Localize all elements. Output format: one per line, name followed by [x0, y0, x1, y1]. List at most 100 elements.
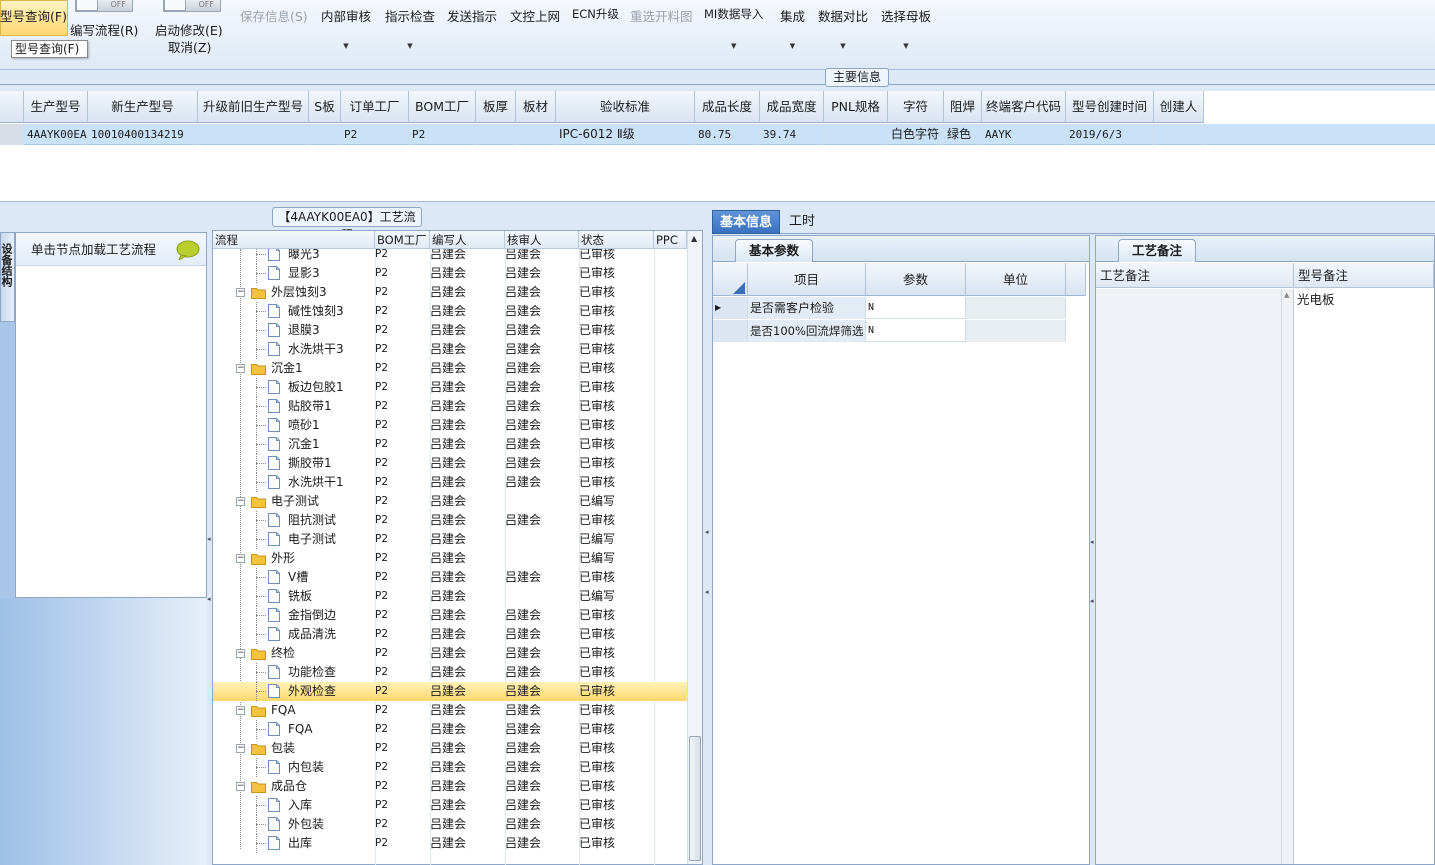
save-info-button[interactable]: 保存信息(S) — [240, 6, 308, 25]
tree-row[interactable]: 碱性蚀刻3 P2 吕建会 吕建会 已审核 — [213, 302, 687, 321]
main-col-header[interactable]: 型号创建时间 — [1066, 91, 1154, 123]
main-cell[interactable]: 39.74 — [760, 124, 824, 145]
main-cell[interactable] — [309, 124, 341, 145]
model-remark-text[interactable]: 光电板 — [1297, 289, 1335, 308]
reselect-cutting-button[interactable]: 重选开料图 — [630, 6, 693, 25]
main-cell[interactable]: P2 — [409, 124, 476, 145]
collapse-icon[interactable]: − — [236, 706, 245, 715]
chat-bubble-icon[interactable] — [176, 240, 200, 260]
ecn-upgrade-button[interactable]: ECN升级 — [572, 6, 619, 22]
tree-row[interactable]: 入库 P2 吕建会 吕建会 已审核 — [213, 796, 687, 815]
tree-row[interactable]: 电子测试 P2 吕建会 已编写 — [213, 530, 687, 549]
tree-col-header[interactable]: 核审人 — [505, 231, 579, 249]
collapse-icon[interactable]: − — [236, 554, 245, 563]
main-col-header[interactable]: PNL规格 — [824, 91, 888, 123]
main-col-header[interactable]: 成品长度 — [695, 91, 760, 123]
main-cell[interactable]: 80.75 — [695, 124, 760, 145]
row-selector[interactable] — [0, 124, 24, 145]
main-cell[interactable]: 2019/6/3 — [1066, 124, 1154, 145]
tree-row[interactable]: 出库 P2 吕建会 吕建会 已审核 — [213, 834, 687, 853]
main-col-header[interactable]: 终端客户代码 — [982, 91, 1066, 123]
tree-row[interactable]: 金指倒边 P2 吕建会 吕建会 已审核 — [213, 606, 687, 625]
tree-row[interactable]: − 包装 P2 吕建会 吕建会 已审核 — [213, 739, 687, 758]
main-col-header[interactable]: 板材 — [516, 91, 556, 123]
collapse-icon[interactable]: − — [236, 649, 245, 658]
process-remark-textarea[interactable] — [1096, 289, 1294, 864]
tree-right-splitter[interactable]: ◂ ◂ — [705, 210, 710, 865]
tree-row[interactable]: V槽 P2 吕建会 吕建会 已审核 — [213, 568, 687, 587]
main-cell[interactable] — [198, 124, 309, 145]
horizontal-splitter[interactable] — [0, 201, 1435, 407]
main-col-header[interactable]: 生产型号 — [24, 91, 88, 123]
send-instruction-button[interactable]: 发送指示 — [447, 6, 497, 25]
main-col-header[interactable]: 创建人 — [1154, 91, 1204, 123]
main-col-header[interactable]: 订单工厂 — [341, 91, 409, 123]
tree-row[interactable]: 喷砂1 P2 吕建会 吕建会 已审核 — [213, 416, 687, 435]
collapse-icon[interactable]: − — [236, 364, 245, 373]
scroll-up-arrow-icon[interactable]: ▲ — [1284, 291, 1289, 299]
main-cell[interactable] — [1154, 124, 1204, 145]
internal-review-button[interactable]: 内部审核 ▼ — [321, 6, 371, 50]
tree-row[interactable]: − 终检 P2 吕建会 吕建会 已审核 — [213, 644, 687, 663]
write-flow-button[interactable]: 编写流程(R) — [70, 20, 138, 39]
main-col-header[interactable]: 验收标准 — [556, 91, 695, 123]
tree-vertical-scrollbar[interactable]: ▲ — [687, 231, 702, 864]
select-master-button[interactable]: 选择母板 ▼ — [881, 6, 931, 50]
main-col-header[interactable]: 升级前旧生产型号 — [198, 91, 309, 123]
tree-row[interactable]: 曝光3 P2 吕建会 吕建会 已审核 — [213, 249, 687, 264]
device-structure-tab[interactable]: 设备结构 — [0, 232, 15, 322]
tree-row[interactable]: FQA P2 吕建会 吕建会 已审核 — [213, 720, 687, 739]
document-online-button[interactable]: 文控上网 — [510, 6, 560, 25]
tree-row[interactable]: 铣板 P2 吕建会 已编写 — [213, 587, 687, 606]
main-col-header[interactable]: S板 — [309, 91, 341, 123]
param-value[interactable]: N — [866, 320, 966, 342]
tree-row[interactable]: 退膜3 P2 吕建会 吕建会 已审核 — [213, 321, 687, 340]
main-cell[interactable] — [516, 124, 556, 145]
tree-row[interactable]: 水洗烘干1 P2 吕建会 吕建会 已审核 — [213, 473, 687, 492]
remark-scrollbar[interactable]: ▲ — [1281, 289, 1294, 864]
tree-col-header[interactable]: 流程 — [213, 231, 375, 249]
main-col-header[interactable]: 成品宽度 — [760, 91, 824, 123]
tree-row[interactable]: 内包装 P2 吕建会 吕建会 已审核 — [213, 758, 687, 777]
cancel-button[interactable]: 取消(Z) — [168, 37, 211, 56]
param-value[interactable]: N — [866, 297, 966, 319]
tab-basic-params[interactable]: 基本参数 — [735, 239, 813, 262]
collapse-icon[interactable]: − — [236, 497, 245, 506]
main-col-header[interactable]: 新生产型号 — [88, 91, 198, 123]
main-cell[interactable]: 绿色 — [944, 124, 982, 145]
tree-row[interactable]: 功能检查 P2 吕建会 吕建会 已审核 — [213, 663, 687, 682]
tree-row[interactable]: 板边包胶1 P2 吕建会 吕建会 已审核 — [213, 378, 687, 397]
main-col-header[interactable]: 板厚 — [476, 91, 516, 123]
tree-row[interactable]: − 沉金1 P2 吕建会 吕建会 已审核 — [213, 359, 687, 378]
instruction-check-button[interactable]: 指示检查 ▼ — [385, 6, 435, 50]
tree-row[interactable]: − FQA P2 吕建会 吕建会 已审核 — [213, 701, 687, 720]
main-info-data-row[interactable]: 4AAYK00EA0 10010400134219 P2 P2 IPC-6012 Ⅱ级 8… — [0, 124, 1435, 145]
integrate-button[interactable]: 集成 ▼ — [780, 6, 805, 50]
tree-row[interactable]: 显影3 P2 吕建会 吕建会 已审核 — [213, 264, 687, 283]
main-cell[interactable]: IPC-6012 Ⅱ级 — [556, 124, 695, 145]
tab-basic-info[interactable]: 基本信息 — [712, 210, 781, 234]
main-cell[interactable] — [824, 124, 888, 145]
main-cell[interactable]: 4AAYK00EA0 — [24, 124, 88, 145]
tree-row[interactable]: − 成品仓 P2 吕建会 吕建会 已审核 — [213, 777, 687, 796]
tree-col-header[interactable]: BOM工厂 — [375, 231, 430, 249]
main-col-header[interactable]: 字符 — [888, 91, 944, 123]
tree-row[interactable]: − 外层蚀刻3 P2 吕建会 吕建会 已审核 — [213, 283, 687, 302]
start-modify-toggle[interactable]: OFF — [163, 0, 221, 12]
tree-row[interactable]: 成品清洗 P2 吕建会 吕建会 已审核 — [213, 625, 687, 644]
collapse-icon[interactable]: − — [236, 782, 245, 791]
main-cell[interactable]: P2 — [341, 124, 409, 145]
main-cell[interactable]: 白色字符 — [888, 124, 944, 145]
write-flow-toggle[interactable]: OFF — [75, 0, 133, 12]
tree-row[interactable]: 外观检查 P2 吕建会 吕建会 已审核 — [213, 682, 687, 701]
tab-process-remark[interactable]: 工艺备注 — [1118, 239, 1196, 262]
tree-row[interactable]: − 外形 P2 吕建会 已编写 — [213, 549, 687, 568]
param-row[interactable]: ▶ 是否需客户检验 N — [713, 297, 1066, 319]
tree-row[interactable]: 沉金1 P2 吕建会 吕建会 已审核 — [213, 435, 687, 454]
tab-work-hours[interactable]: 工时 — [782, 210, 822, 234]
tree-col-header[interactable]: PPC — [654, 231, 687, 249]
main-cell[interactable]: AAYK — [982, 124, 1066, 145]
main-cell[interactable]: 10010400134219 — [88, 124, 198, 145]
tree-row[interactable]: 阻抗测试 P2 吕建会 吕建会 已审核 — [213, 511, 687, 530]
scrollbar-thumb[interactable] — [689, 736, 701, 861]
